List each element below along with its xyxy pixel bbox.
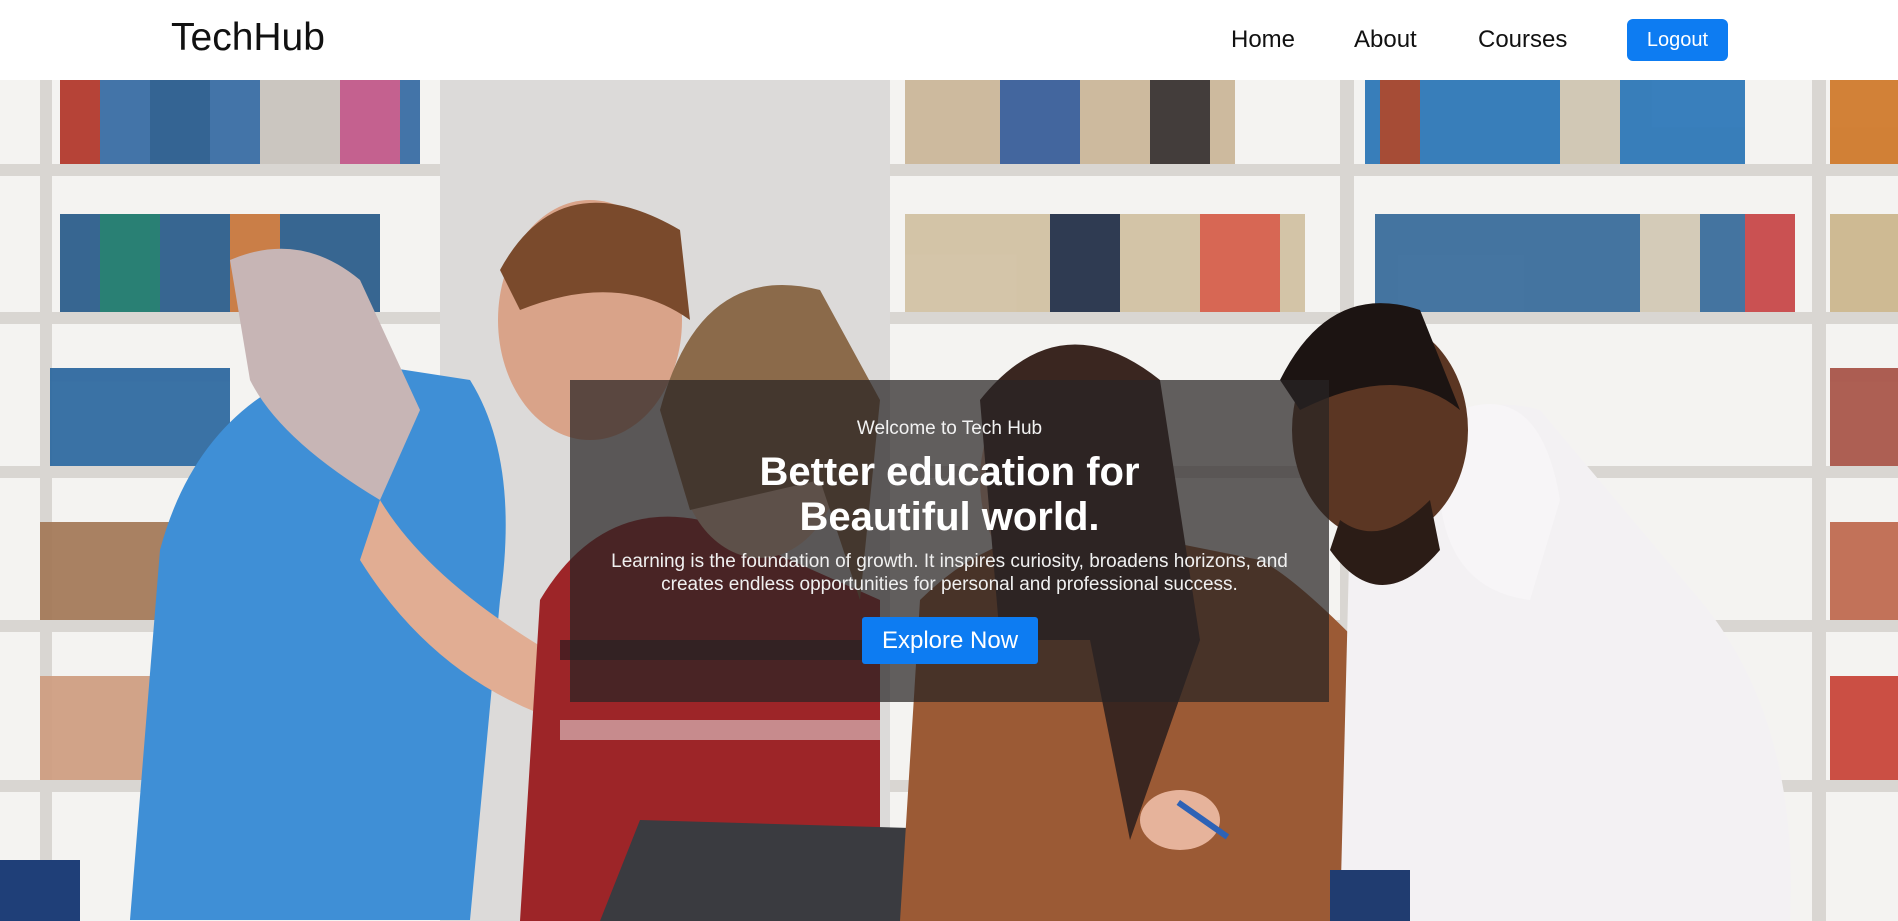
hero-overlay-card: Welcome to Tech Hub Better education for…	[570, 380, 1329, 702]
hero-headline-line1: Better education for	[759, 450, 1140, 494]
hero-headline: Better education for Beautiful world.	[570, 450, 1329, 540]
hero-description: Learning is the foundation of growth. It…	[611, 551, 1288, 595]
nav-link-home[interactable]: Home	[1231, 26, 1295, 54]
nav-link-about[interactable]: About	[1354, 26, 1417, 54]
logout-button[interactable]: Logout	[1627, 19, 1728, 61]
hero-headline-line2: Beautiful world.	[799, 495, 1100, 539]
hero-welcome-text: Welcome to Tech Hub	[856, 418, 1043, 439]
brand-logo[interactable]: TechHub	[171, 16, 325, 60]
navbar: TechHub Home About Courses Logout	[0, 0, 1898, 80]
explore-now-button[interactable]: Explore Now	[862, 617, 1038, 664]
hero-section: Welcome to Tech Hub Better education for…	[0, 80, 1898, 921]
nav-link-courses[interactable]: Courses	[1478, 26, 1567, 54]
